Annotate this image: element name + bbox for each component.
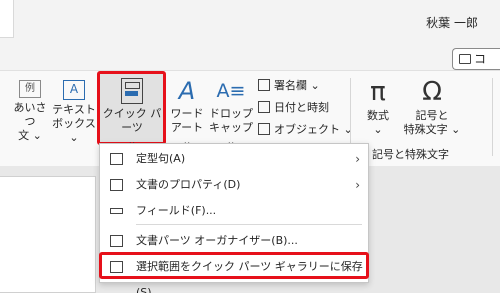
object-button[interactable]: オブジェクト ⌄ (258, 122, 353, 138)
object-icon (258, 123, 270, 135)
symbols-group-label: 記号と特殊文字 (372, 148, 449, 161)
symbol-button[interactable]: Ω 記号と 特殊文字 ⌄ (402, 78, 462, 137)
textbox-label-2: ボックス ⌄ (52, 117, 96, 144)
signature-label: 署名欄 ⌄ (274, 79, 320, 92)
date-time-button[interactable]: 日付と時刻 (258, 100, 329, 116)
wordart-label-1: ワード (170, 107, 204, 120)
menu-item-field[interactable]: フィールド(F)... (100, 198, 370, 224)
title-bar: 秋葉 一郎 (0, 0, 500, 44)
symbol-label-2: 特殊文字 ⌄ (403, 123, 461, 136)
document-page[interactable] (0, 176, 96, 293)
symbol-label-1: 記号と (415, 109, 449, 122)
menu-item-autotext[interactable]: 定型句(A) › (100, 146, 370, 172)
date-time-label: 日付と時刻 (274, 101, 329, 114)
menu-item-label: フィールド(F)... (136, 204, 217, 217)
greeting-icon: 例 (19, 80, 41, 98)
greeting-label-2: 文 ⌄ (18, 129, 42, 142)
menu-item-building-blocks-organizer[interactable]: 文書パーツ オーガナイザー(B)... (100, 228, 370, 254)
autotext-icon (110, 153, 123, 165)
dropcap-label-1: ドロップ (209, 107, 253, 120)
quickparts-icon (121, 78, 143, 104)
equation-button[interactable]: π 数式 ⌄ (360, 78, 396, 137)
textbox-icon: A (63, 80, 85, 100)
pi-icon: π (370, 77, 386, 107)
field-icon (110, 208, 123, 214)
signature-line-button[interactable]: 署名欄 ⌄ (258, 78, 320, 94)
quickparts-label-1: クイック パーツ (102, 107, 162, 134)
document-property-icon (110, 179, 123, 191)
equation-label-2: ⌄ (373, 123, 383, 136)
search-box-edge[interactable] (0, 0, 14, 38)
textbox-label-1: テキスト (52, 103, 96, 116)
comments-button-label: コ (474, 52, 487, 66)
quickparts-button[interactable]: クイック パーツ ⌄ (100, 78, 164, 149)
object-label: オブジェクト ⌄ (274, 123, 353, 136)
equation-label-1: 数式 (367, 109, 389, 122)
dropcap-button[interactable]: A≡ ドロップ キャップ ⌄ (206, 78, 256, 149)
menu-item-label: 定型句(A) (136, 152, 186, 165)
comment-icon (459, 54, 471, 64)
menu-separator (136, 224, 362, 225)
omega-icon: Ω (422, 77, 442, 107)
signature-icon (258, 79, 270, 91)
greeting-label-1: あいさつ (13, 101, 47, 128)
building-blocks-icon (110, 235, 123, 247)
user-name[interactable]: 秋葉 一郎 (426, 14, 478, 31)
wordart-icon: A (178, 77, 196, 105)
wordart-button[interactable]: A ワード アート ⌄ (166, 78, 208, 149)
dropcap-icon: A≡ (216, 80, 246, 102)
menu-item-document-property[interactable]: 文書のプロパティ(D) › (100, 172, 370, 198)
submenu-arrow-icon: › (355, 152, 360, 166)
menu-item-label: 文書のプロパティ(D) (136, 178, 241, 191)
calendar-icon (258, 101, 270, 113)
ribbon-group-separator-2 (492, 78, 493, 156)
textbox-button[interactable]: A テキスト ボックス ⌄ (52, 80, 96, 145)
submenu-arrow-icon: › (355, 178, 360, 192)
save-selection-highlight-box (99, 252, 369, 279)
comments-button[interactable]: コ (452, 48, 500, 70)
greeting-button[interactable]: 例 あいさつ 文 ⌄ (10, 80, 50, 143)
menu-item-label: 文書パーツ オーガナイザー(B)... (136, 234, 298, 247)
